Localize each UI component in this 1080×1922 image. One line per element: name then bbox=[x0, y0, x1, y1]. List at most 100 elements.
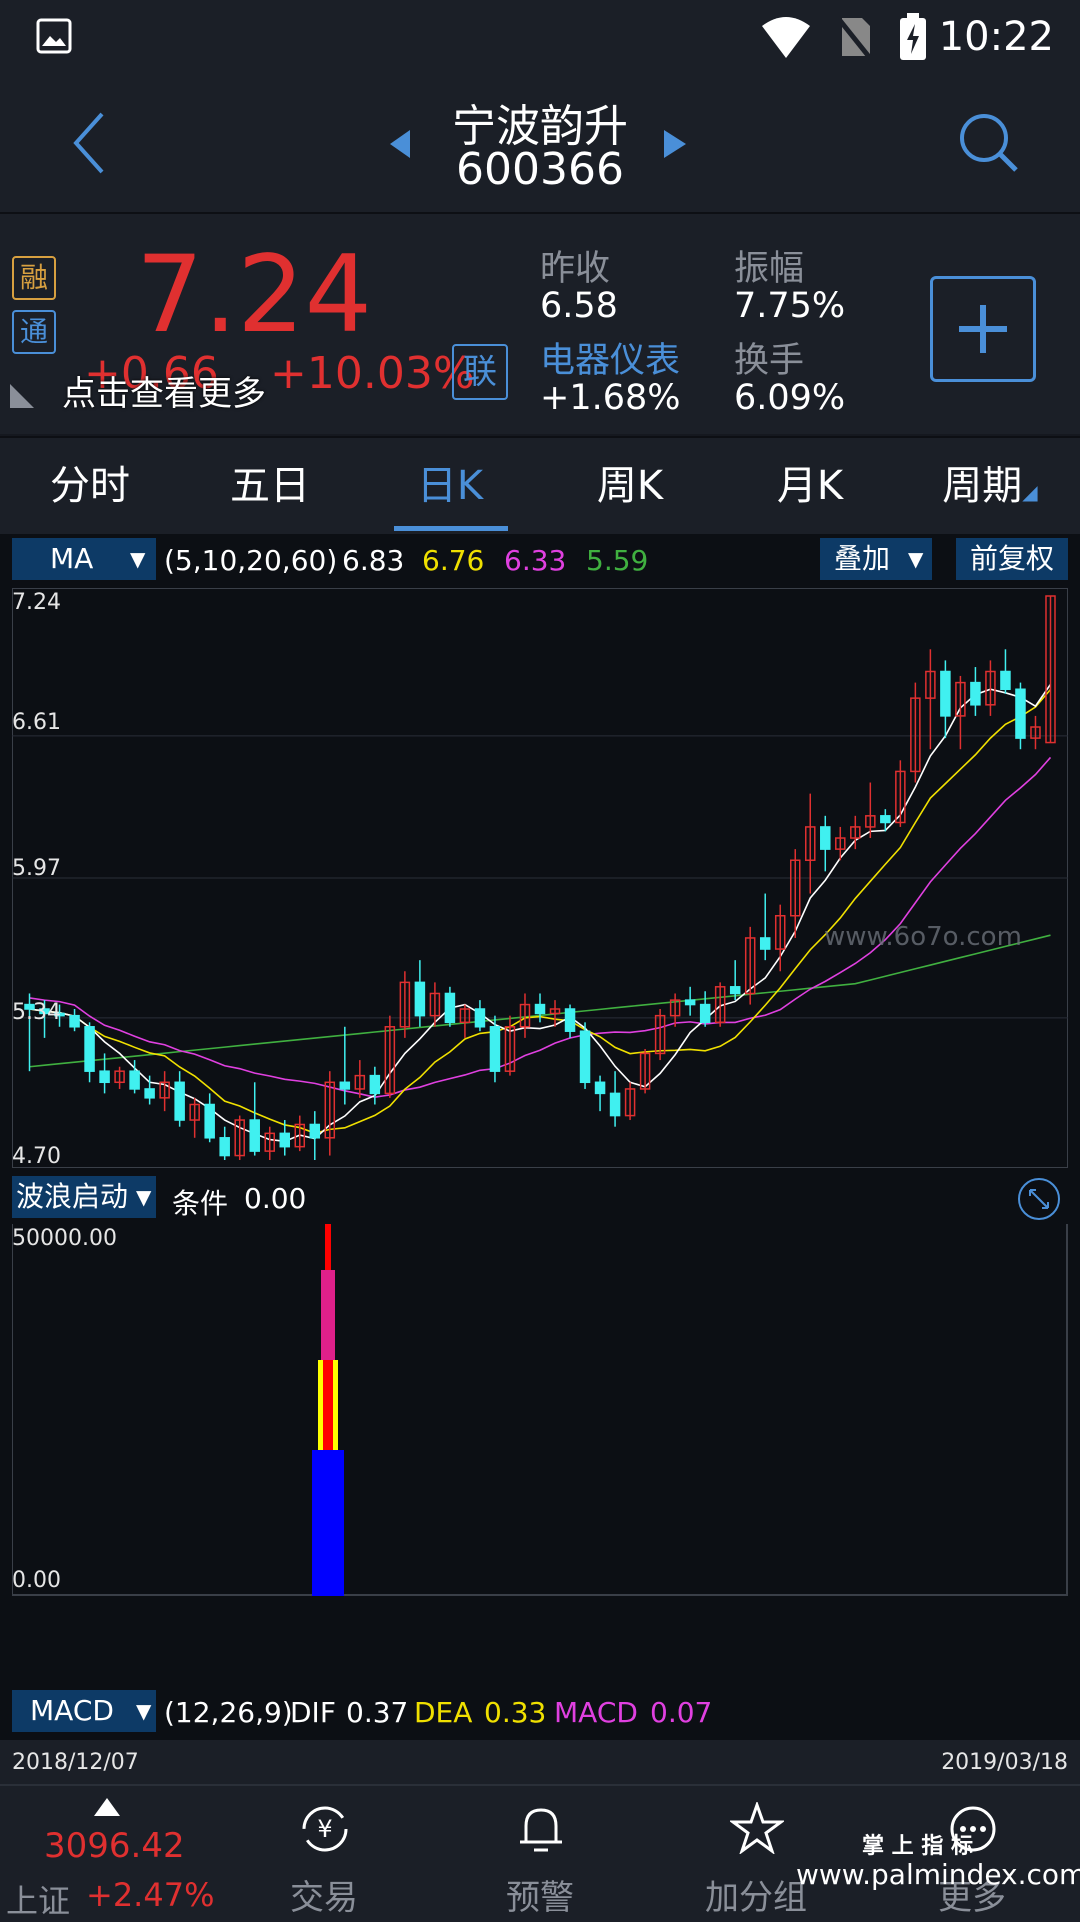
sector-change: +1.68% bbox=[540, 378, 681, 418]
ma-selector[interactable]: MA ▼ bbox=[12, 538, 156, 580]
indicator-selector[interactable]: 波浪启动 ▼ bbox=[12, 1176, 156, 1218]
sector-link[interactable]: 电器仪表 bbox=[540, 332, 680, 383]
signal-bar-red bbox=[323, 1360, 333, 1450]
back-icon[interactable] bbox=[70, 110, 110, 176]
end-date: 2019/03/18 bbox=[941, 1750, 1068, 1775]
dif-label: DIF bbox=[290, 1696, 336, 1729]
tab-period-label: 周期 bbox=[942, 463, 1023, 509]
plus-icon bbox=[959, 305, 1007, 353]
start-date: 2018/12/07 bbox=[12, 1750, 139, 1775]
quote-panel: 融 通 7.24 +0.66 +10.03% 点击查看更多 联 昨收 6.58 … bbox=[0, 214, 1080, 434]
candle-down bbox=[204, 1103, 215, 1139]
candle-down bbox=[729, 986, 741, 995]
nav-trade[interactable]: ¥ 交易 bbox=[216, 1786, 432, 1922]
macd-selector-label: MACD bbox=[30, 1694, 114, 1727]
index-value: 3096.42 bbox=[44, 1826, 185, 1866]
clock: 10:22 bbox=[938, 14, 1054, 60]
active-tab-indicator bbox=[394, 526, 508, 531]
header: 宁波韵升 600366 bbox=[0, 80, 1080, 214]
candle-down bbox=[144, 1088, 155, 1099]
current-price: 7.24 bbox=[136, 233, 373, 356]
more-info-link[interactable]: 点击查看更多 bbox=[62, 366, 266, 415]
nav-add-group[interactable]: 加分组 bbox=[648, 1786, 864, 1922]
up-arrow-icon bbox=[94, 1798, 120, 1816]
amplitude-label: 振幅 bbox=[734, 249, 805, 289]
tab-intraday[interactable]: 分时 bbox=[0, 438, 180, 534]
candle-down bbox=[129, 1070, 140, 1090]
watermark-url: www.palmindex.com bbox=[796, 1858, 1080, 1891]
add-watchlist-button[interactable] bbox=[930, 276, 1036, 382]
tab-five-day[interactable]: 五日 bbox=[180, 438, 360, 534]
dea-label: DEA bbox=[414, 1696, 473, 1729]
candle-down bbox=[699, 1003, 711, 1024]
overlay-button[interactable]: 叠加 ▼ bbox=[820, 538, 932, 580]
nav-alert-label: 预警 bbox=[506, 1878, 574, 1918]
margin-trading-badge: 融 bbox=[12, 256, 56, 300]
tab-weekly-k[interactable]: 周K bbox=[540, 438, 720, 534]
macd-selector[interactable]: MACD ▼ bbox=[12, 1690, 156, 1732]
candle-down bbox=[1015, 688, 1026, 739]
linked-stock-button[interactable]: 联 bbox=[452, 344, 508, 400]
indicator-selector-label: 波浪启动 bbox=[16, 1180, 129, 1213]
watermark-cn: 掌 上 指 标 bbox=[862, 1834, 973, 1859]
candle-down bbox=[174, 1081, 185, 1121]
candle-down bbox=[69, 1014, 80, 1028]
y-axis-tick: 5.34 bbox=[12, 1000, 61, 1025]
macd-value: 0.07 bbox=[650, 1696, 713, 1729]
indicator-label: 条件 bbox=[172, 1187, 229, 1220]
amplitude-value: 7.75% bbox=[734, 286, 846, 326]
star-icon bbox=[730, 1802, 784, 1854]
candle-down bbox=[579, 1030, 591, 1084]
tab-period[interactable]: 周期◢ bbox=[900, 438, 1080, 534]
candle-down bbox=[309, 1123, 321, 1139]
index-ticker[interactable]: 3096.42 上证 +2.47% bbox=[0, 1786, 216, 1922]
macd-params: (12,26,9) bbox=[164, 1696, 293, 1729]
tab-monthly-k[interactable]: 月K bbox=[720, 438, 900, 534]
index-change: +2.47% bbox=[86, 1876, 215, 1914]
indicator-chart bbox=[12, 1224, 1068, 1596]
candle-down bbox=[970, 681, 981, 706]
adjust-button[interactable]: 前复权 bbox=[956, 538, 1068, 580]
nav-alert[interactable]: 预警 bbox=[432, 1786, 648, 1922]
candle-down bbox=[249, 1119, 260, 1152]
date-row: 2018/12/07 2019/03/18 bbox=[0, 1740, 1080, 1784]
candle-down bbox=[339, 1081, 351, 1090]
ma10-value: 6.76 bbox=[422, 544, 485, 577]
period-dropdown-icon: ◢ bbox=[1022, 480, 1038, 504]
no-sim-icon bbox=[836, 16, 872, 60]
candle-down bbox=[279, 1132, 291, 1148]
indicator-axis-min: 0.00 bbox=[12, 1568, 61, 1593]
svg-text:¥: ¥ bbox=[317, 1815, 332, 1843]
tab-daily-k[interactable]: 日K bbox=[360, 438, 540, 534]
chevron-down-icon: ▼ bbox=[136, 1699, 152, 1723]
watermark-top: www.6o7o.com bbox=[824, 922, 1022, 952]
ma-selector-label: MA bbox=[50, 542, 94, 575]
chevron-down-icon: ▼ bbox=[136, 1185, 152, 1209]
dif-value: 0.37 bbox=[346, 1696, 409, 1729]
candle-down bbox=[489, 1026, 501, 1072]
ma-params: (5,10,20,60) bbox=[164, 544, 338, 577]
indicator-axis-max: 50000.00 bbox=[12, 1226, 117, 1251]
chevron-down-icon: ▼ bbox=[130, 547, 146, 571]
y-axis-tick: 5.97 bbox=[12, 856, 61, 881]
candle-down bbox=[414, 981, 426, 1017]
candle-down bbox=[880, 815, 891, 824]
next-stock-icon[interactable] bbox=[664, 130, 686, 158]
fullscreen-icon[interactable] bbox=[1016, 1176, 1062, 1222]
candle-down bbox=[219, 1137, 230, 1157]
y-axis-tick: 6.61 bbox=[12, 710, 61, 735]
ma10-line bbox=[29, 688, 1052, 1134]
bell-icon bbox=[520, 1808, 562, 1852]
wifi-icon bbox=[762, 17, 810, 58]
status-bar: 10:22 bbox=[0, 0, 1080, 80]
expand-corner-icon bbox=[10, 384, 34, 408]
chart-area: MA ▼ (5,10,20,60) 6.83 6.76 6.33 5.59 叠加… bbox=[0, 534, 1080, 1784]
search-icon[interactable] bbox=[958, 112, 1020, 174]
candle-down bbox=[99, 1070, 110, 1084]
candle-down bbox=[534, 1003, 546, 1015]
index-name: 上证 bbox=[6, 1882, 71, 1920]
ma5-value: 6.83 bbox=[342, 544, 405, 577]
gallery-icon bbox=[36, 18, 72, 54]
kline-chart[interactable] bbox=[12, 588, 1068, 1168]
turnover-label: 换手 bbox=[734, 341, 805, 381]
